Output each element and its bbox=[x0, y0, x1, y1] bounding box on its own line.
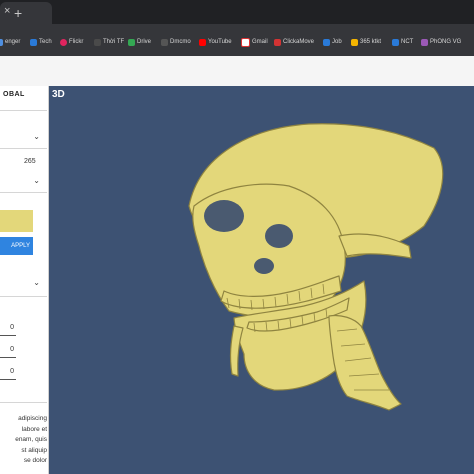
bookmark-item[interactable]: ClickaMove bbox=[274, 36, 314, 48]
bookmark-icon bbox=[323, 38, 330, 46]
sidebar-divider bbox=[0, 386, 47, 403]
bookmark-icon bbox=[0, 38, 3, 46]
orbit-left bbox=[204, 200, 244, 232]
bookmark-item[interactable]: 365 ktkt bbox=[351, 36, 381, 48]
hyoid-fragments bbox=[229, 325, 244, 377]
bookmark-icon bbox=[392, 38, 399, 46]
bookmark-item[interactable]: Gmail bbox=[241, 36, 268, 48]
bookmark-item[interactable]: Job bbox=[323, 36, 342, 48]
nasal-cavity bbox=[254, 258, 274, 274]
3d-viewport[interactable]: 3D bbox=[49, 86, 474, 474]
browser-tab[interactable]: × + bbox=[0, 2, 52, 24]
bookmark-item[interactable]: Tech bbox=[30, 36, 52, 48]
dropdown-2[interactable]: ⌄ bbox=[0, 168, 47, 193]
viewport-label: 3D bbox=[52, 89, 65, 100]
chevron-down-icon: ⌄ bbox=[33, 176, 40, 185]
sidebar-header-row bbox=[0, 86, 47, 111]
chevron-down-icon: ⌄ bbox=[33, 132, 40, 141]
dropdown-1[interactable]: ⌄ bbox=[0, 126, 47, 149]
chevron-down-icon: ⌄ bbox=[33, 278, 40, 287]
close-icon[interactable]: × bbox=[4, 5, 10, 17]
youtube-icon bbox=[199, 38, 206, 46]
bookmark-icon bbox=[274, 38, 281, 46]
bookmarks-bar: enger Tech Flickr Thời TF Drive Dmcmo Yo… bbox=[0, 24, 474, 56]
number-field[interactable] bbox=[0, 148, 47, 168]
bookmark-item[interactable]: Dmcmo bbox=[161, 36, 191, 48]
orbit-right bbox=[265, 224, 293, 248]
bookmark-icon bbox=[94, 38, 101, 46]
cervical-spine bbox=[328, 314, 402, 411]
bookmark-item[interactable]: PhONG VG bbox=[421, 36, 461, 48]
value-field-3[interactable]: 0 bbox=[0, 368, 16, 380]
color-swatch[interactable] bbox=[0, 210, 33, 232]
bookmark-item[interactable]: Flickr bbox=[60, 36, 83, 48]
value-field-1[interactable]: 0 bbox=[0, 324, 16, 336]
bookmark-icon bbox=[351, 38, 358, 46]
bookmark-item[interactable]: YouTube bbox=[199, 36, 232, 48]
bookmark-item[interactable]: Drive bbox=[128, 36, 151, 48]
dropdown-3[interactable]: ⌄ bbox=[0, 256, 47, 297]
description-text: adipiscing labore et enam, quis st aliqu… bbox=[15, 415, 47, 464]
apply-button[interactable]: APPLY bbox=[0, 237, 33, 255]
browser-tab-strip: × + bbox=[0, 0, 474, 24]
bookmark-item[interactable]: Thời TF bbox=[94, 36, 124, 48]
bookmark-item[interactable]: NCT bbox=[392, 36, 413, 48]
gmail-icon bbox=[241, 37, 250, 47]
bookmark-icon bbox=[128, 38, 135, 46]
bookmark-item[interactable]: enger bbox=[0, 36, 20, 48]
bookmark-icon bbox=[30, 38, 37, 46]
bookmark-icon bbox=[60, 38, 67, 46]
skull-3d-render[interactable] bbox=[49, 86, 474, 474]
bookmark-icon bbox=[421, 38, 428, 46]
value-field-2[interactable]: 0 bbox=[0, 346, 16, 358]
settings-sidebar: OBAL ⌄ 265 ⌄ APPLY ⌄ 0 0 0 adipiscing la… bbox=[0, 86, 49, 474]
bookmark-icon bbox=[161, 38, 168, 46]
new-tab-button[interactable]: + bbox=[14, 5, 22, 21]
app-header bbox=[0, 56, 474, 87]
